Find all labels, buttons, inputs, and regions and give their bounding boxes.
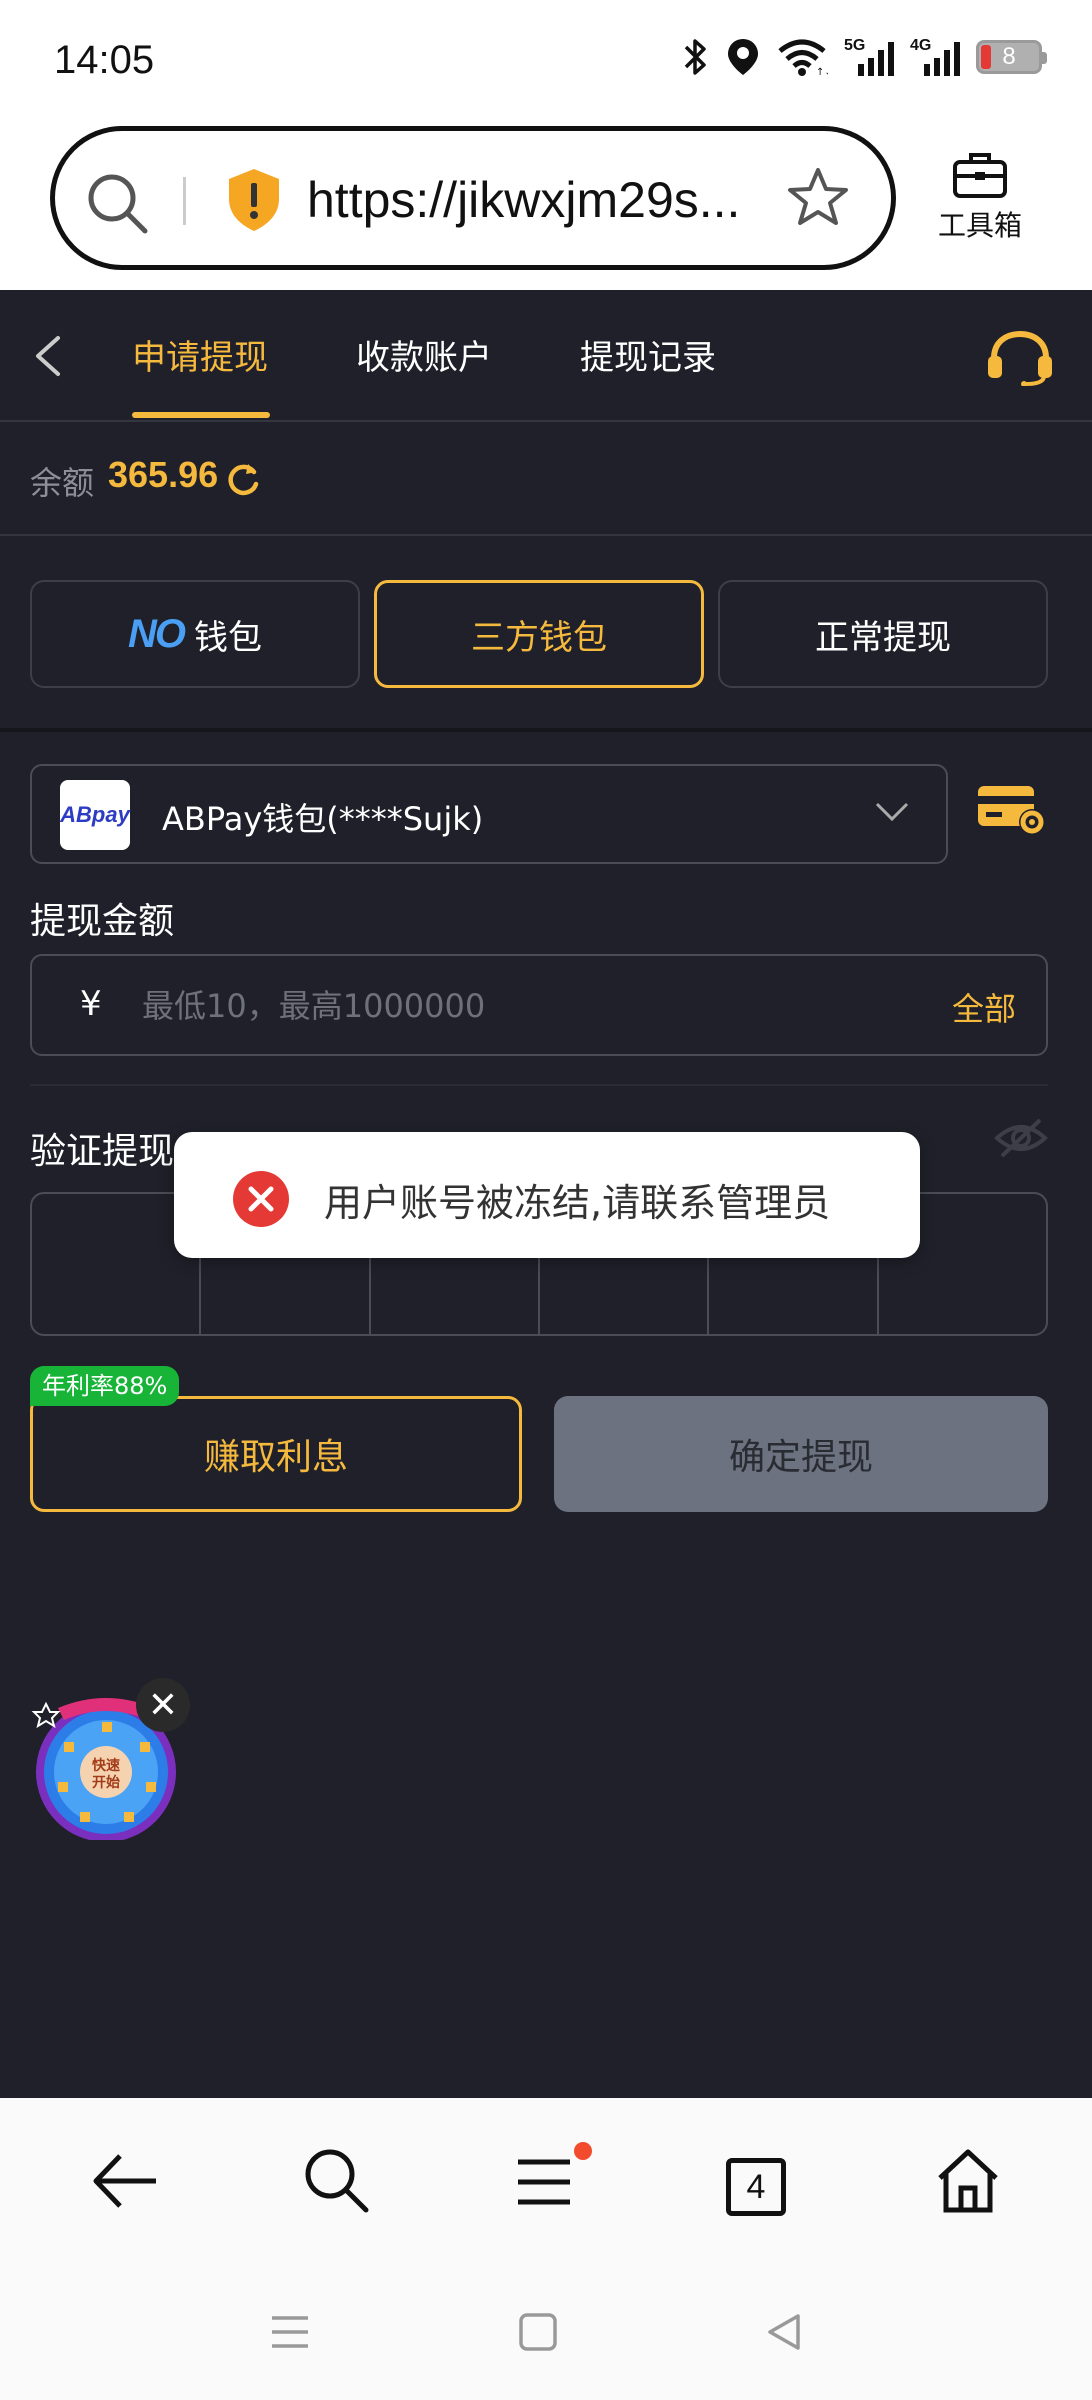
toolbox-button[interactable]: 工具箱 [930,150,1030,244]
bookmark-star-icon[interactable] [785,165,851,231]
chevron-down-icon [875,802,909,822]
wallet-type-selector: NO 钱包 三方钱包 正常提现 [0,540,1092,732]
eye-hidden-icon[interactable] [994,1116,1048,1160]
status-time: 14:05 [54,38,155,82]
active-tab-indicator [132,412,270,418]
5g-signal-icon: 5G [844,37,894,76]
wallet-type-label: 三方钱包 [471,617,607,658]
close-icon[interactable]: ✕ [136,1678,190,1732]
system-back-icon[interactable] [764,2312,804,2352]
wallet-type-label: 正常提现 [815,617,951,658]
balance-value: 365.96 [108,454,219,495]
svg-text:4G: 4G [910,37,931,54]
toast-message: 用户账号被冻结,请联系管理员 [324,1181,831,1225]
security-warning-icon[interactable] [225,167,283,233]
toolbox-icon [953,153,1007,198]
wallet-type-no-wallet[interactable]: NO 钱包 [30,580,360,688]
app-header: 申请提现 收款账户 提现记录 [0,290,1092,422]
tab-withdraw-records[interactable]: 提现记录 [580,330,716,379]
balance-row: 余额 365.96 [0,424,1092,536]
location-icon [728,39,758,75]
back-arrow-icon[interactable] [90,2146,160,2216]
toolbox-label: 工具箱 [937,209,1022,242]
selected-wallet: ABPay钱包(****Sujk) [162,800,484,838]
wifi-icon: ↑↓ [778,39,828,77]
currency-symbol: ¥ [80,984,102,1024]
4g-signal-icon: 4G [910,37,960,76]
wallet-account-select[interactable]: ABpay ABPay钱包(****Sujk) [30,764,948,864]
apr-badge: 年利率88% [30,1366,180,1406]
back-arrow-icon[interactable] [28,332,68,380]
svg-text:↑↓: ↑↓ [816,67,828,77]
customer-service-icon[interactable] [986,330,1054,386]
divider [30,1084,1048,1086]
tab-receiving-accounts[interactable]: 收款账户 [356,330,492,379]
search-icon[interactable] [85,171,151,237]
home-icon[interactable] [934,2146,1002,2216]
url-text[interactable]: https://jikwxjm29s... [307,171,797,229]
battery-icon: 8 [976,40,1047,74]
balance-label: 余额 [30,464,95,502]
bluetooth-icon [684,39,706,75]
earn-interest-button[interactable]: 赚取利息 [30,1396,522,1512]
amount-field-container: ¥ 全部 [30,954,1048,1056]
tab-apply-withdraw[interactable]: 申请提现 [132,330,268,379]
recent-apps-icon[interactable] [268,2312,312,2352]
abpay-logo: ABpay [60,780,130,850]
withdraw-all-button[interactable]: 全部 [952,984,1016,1030]
status-bar: 14:05 ↑↓ 5G 4G 8 [0,0,1092,126]
error-icon [233,1171,289,1227]
browser-bottom-nav: 4 [0,2098,1092,2268]
wallet-type-label: 钱包 [194,617,262,658]
svg-text:开始: 开始 [92,1774,120,1791]
wallet-type-third-party[interactable]: 三方钱包 [374,580,704,688]
amount-input[interactable] [142,976,842,1036]
address-bar[interactable]: https://jikwxjm29s... [50,126,896,270]
amount-label: 提现金额 [30,901,175,942]
battery-level: 8 [1002,43,1016,70]
wallet-type-normal[interactable]: 正常提现 [718,580,1048,688]
address-divider [183,177,186,225]
refresh-icon[interactable] [224,460,262,498]
confirm-withdraw-button[interactable]: 确定提现 [554,1396,1048,1512]
menu-icon[interactable] [514,2146,574,2216]
system-nav-bar [0,2268,1092,2400]
svg-text:快速: 快速 [92,1757,120,1774]
svg-text:5G: 5G [844,37,865,54]
home-square-icon[interactable] [518,2312,558,2352]
no-wallet-logo: NO [128,611,186,656]
tab-switcher-button[interactable]: 4 [726,2158,786,2216]
browser-bar: https://jikwxjm29s... 工具箱 [0,126,1092,290]
verify-password-label: 验证提现 [30,1131,175,1172]
error-toast: 用户账号被冻结,请联系管理员 [174,1132,920,1258]
notification-dot [574,2142,592,2160]
card-settings-icon[interactable] [976,780,1048,836]
search-icon[interactable] [302,2146,372,2216]
status-icons: ↑↓ 5G 4G 8 [682,36,1047,78]
